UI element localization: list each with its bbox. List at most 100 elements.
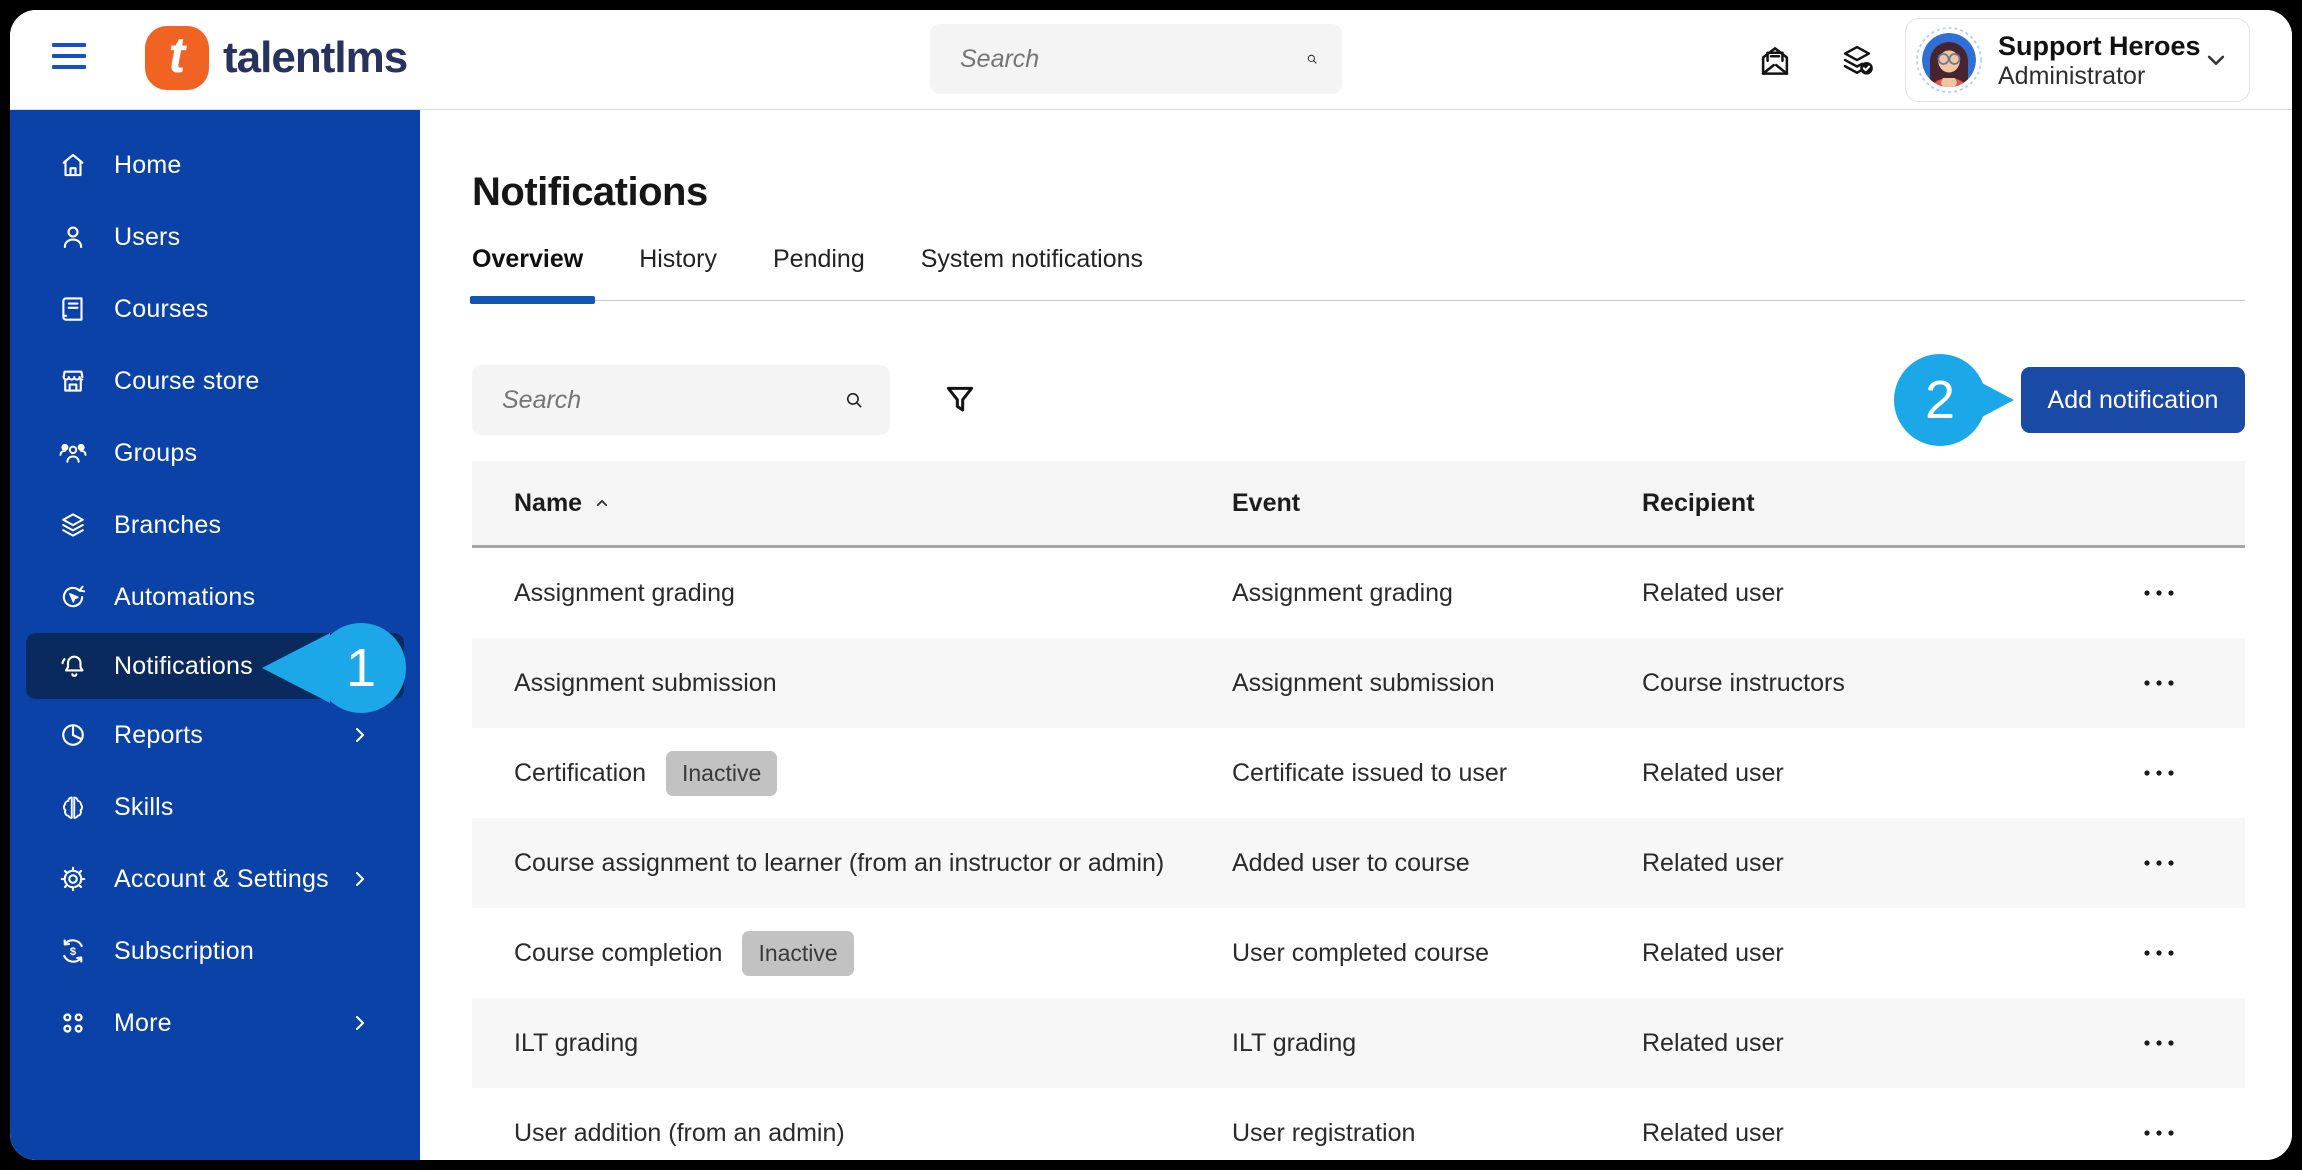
- sidebar-item-skills[interactable]: Skills: [10, 771, 420, 843]
- table-row[interactable]: Course completion Inactive User complete…: [472, 908, 2245, 998]
- list-search-input[interactable]: [472, 385, 844, 415]
- column-header-name[interactable]: Name: [514, 489, 1232, 518]
- sort-asc-icon[interactable]: [592, 493, 612, 513]
- sidebar-item-account-settings[interactable]: Account & Settings: [10, 843, 420, 915]
- sidebar-item-groups[interactable]: Groups: [10, 417, 420, 489]
- table-row[interactable]: Course assignment to learner (from an in…: [472, 818, 2245, 908]
- table-row[interactable]: Certification Inactive Certificate issue…: [472, 728, 2245, 818]
- global-search[interactable]: [930, 24, 1342, 94]
- column-header-recipient[interactable]: Recipient: [1642, 489, 2072, 518]
- chevron-right-icon: [356, 728, 364, 742]
- user-menu[interactable]: Support Heroes Administrator: [1905, 18, 2250, 102]
- search-icon[interactable]: [1306, 42, 1318, 76]
- cell-recipient: Related user: [1642, 758, 1784, 787]
- bell-icon: [61, 655, 84, 677]
- step-1-number: 1: [346, 638, 376, 698]
- global-search-input[interactable]: [930, 44, 1306, 74]
- user-name: Support Heroes: [1998, 30, 2201, 61]
- row-actions-ellipsis-icon[interactable]: [2141, 676, 2177, 690]
- sidebar-item-users[interactable]: Users: [10, 201, 420, 273]
- sidebar-item-label: Users: [114, 222, 181, 251]
- row-actions-ellipsis-icon[interactable]: [2141, 1126, 2177, 1140]
- sidebar-item-subscription[interactable]: $ Subscription: [10, 915, 420, 987]
- cell-recipient: Related user: [1642, 578, 1784, 607]
- sidebar-item-home[interactable]: Home: [10, 129, 420, 201]
- message-icon[interactable]: [1756, 42, 1794, 80]
- cell-name: Course assignment to learner (from an in…: [514, 848, 1165, 877]
- book-icon: [62, 297, 83, 321]
- table-row[interactable]: Assignment grading Assignment grading Re…: [472, 548, 2245, 638]
- status-badge: Inactive: [666, 750, 778, 796]
- table-row[interactable]: Assignment submission Assignment submiss…: [472, 638, 2245, 728]
- sidebar-item-label: Skills: [114, 792, 174, 821]
- grid-dots-icon: [63, 1013, 83, 1033]
- search-icon[interactable]: [844, 383, 864, 417]
- tab-history[interactable]: History: [639, 245, 717, 300]
- add-notification-button[interactable]: Add notification: [2021, 367, 2245, 433]
- user-icon: [63, 226, 83, 249]
- tab-bar: Overview History Pending System notifica…: [469, 245, 2245, 304]
- cell-name: Course completion Inactive: [514, 930, 1232, 976]
- top-bar: t talentlms Search Support Heroes Admini…: [10, 10, 2292, 110]
- sidebar-item-label: Account & Settings: [114, 864, 329, 893]
- chevron-down-icon[interactable]: [2201, 45, 2231, 75]
- row-actions-ellipsis-icon[interactable]: [2141, 856, 2177, 870]
- cell-recipient: Related user: [1642, 938, 1784, 967]
- list-search[interactable]: [472, 365, 890, 435]
- hamburger-menu-icon[interactable]: [52, 43, 86, 75]
- brand-logo[interactable]: t talentlms: [145, 26, 408, 90]
- sidebar-item-branches[interactable]: Branches: [10, 489, 420, 561]
- app-window: t talentlms Search Support Heroes Admini…: [10, 10, 2292, 1160]
- status-badge: Inactive: [742, 930, 854, 976]
- user-info: Support Heroes Administrator: [1998, 30, 2201, 91]
- row-actions-ellipsis-icon[interactable]: [2141, 946, 2177, 960]
- groups-icon: [59, 443, 87, 463]
- cell-event: Added user to course: [1232, 848, 1470, 877]
- pie-chart-icon: [62, 724, 84, 746]
- table-header: Name Event Recipient: [472, 461, 2245, 548]
- row-actions-ellipsis-icon[interactable]: [2141, 1036, 2177, 1050]
- row-actions-ellipsis-icon[interactable]: [2141, 586, 2177, 600]
- cell-name: ILT grading: [514, 1028, 639, 1057]
- cell-name: Certification Inactive: [514, 750, 1232, 796]
- cell-event: Certificate issued to user: [1232, 758, 1508, 787]
- cell-name: Assignment submission: [514, 668, 777, 697]
- cell-recipient: Related user: [1642, 848, 1784, 877]
- avatar: [1916, 27, 1982, 93]
- table-row[interactable]: User addition (from an admin) User regis…: [472, 1088, 2245, 1160]
- table-row[interactable]: ILT grading ILT grading Related user: [472, 998, 2245, 1088]
- cell-recipient: Related user: [1642, 1118, 1784, 1147]
- step-1-callout: 1: [262, 623, 406, 713]
- sidebar-item-label: Notifications: [114, 651, 253, 680]
- main-content: Notifications Overview History Pending S…: [420, 110, 2292, 1160]
- brand-logo-text: talentlms: [223, 33, 408, 82]
- sidebar-item-label: Reports: [114, 720, 203, 749]
- cell-name: Assignment grading: [514, 578, 735, 607]
- sidebar-item-label: More: [114, 1008, 172, 1037]
- tab-system-notifications[interactable]: System notifications: [921, 245, 1143, 300]
- sidebar-item-label: Home: [114, 150, 182, 179]
- sidebar-item-label: Groups: [114, 438, 198, 467]
- svg-text:$: $: [70, 946, 77, 958]
- cell-event: Assignment submission: [1232, 668, 1495, 697]
- tab-overview[interactable]: Overview: [469, 245, 596, 304]
- sidebar-item-courses[interactable]: Courses: [10, 273, 420, 345]
- storefront-icon: [62, 370, 84, 392]
- funnel-icon[interactable]: [940, 380, 980, 420]
- chevron-right-icon: [356, 872, 364, 886]
- column-header-event[interactable]: Event: [1232, 489, 1642, 518]
- user-role: Administrator: [1998, 61, 2146, 90]
- sidebar-item-more[interactable]: More: [10, 987, 420, 1059]
- automation-icon: [62, 585, 86, 608]
- row-actions-ellipsis-icon[interactable]: [2141, 766, 2177, 780]
- step-2-callout: 2: [1894, 354, 2014, 446]
- gear-icon: [60, 866, 86, 892]
- sidebar-item-label: Automations: [114, 582, 256, 611]
- layers-icon: [62, 513, 84, 537]
- sidebar-item-label: Courses: [114, 294, 209, 323]
- tab-pending[interactable]: Pending: [773, 245, 865, 300]
- chevron-right-icon: [356, 1016, 364, 1030]
- sidebar-item-course-store[interactable]: Course store: [10, 345, 420, 417]
- cell-event: User completed course: [1232, 938, 1490, 967]
- courses-stack-icon[interactable]: [1838, 42, 1876, 80]
